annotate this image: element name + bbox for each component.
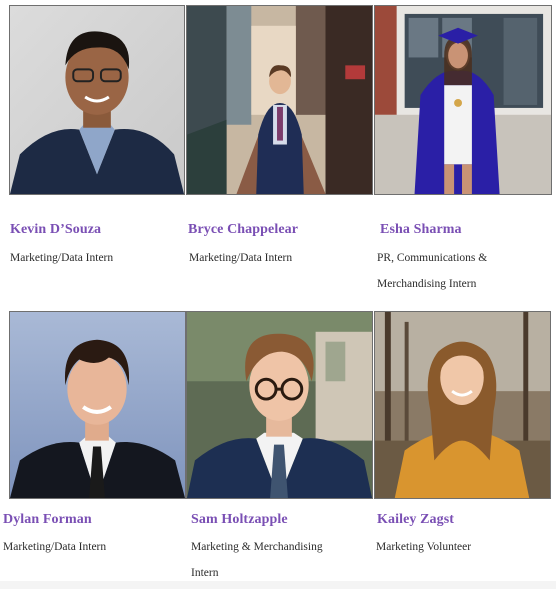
member-name-esha: Esha Sharma (380, 222, 462, 237)
bottom-bar (0, 581, 556, 589)
member-role-bryce: Marketing/Data Intern (189, 245, 292, 271)
photo-dylan (9, 311, 186, 499)
member-role-line: Merchandising Intern (377, 278, 477, 290)
member-name-sam: Sam Holtzapple (191, 512, 288, 527)
portrait-esha-image (375, 6, 551, 194)
member-role-line: Marketing & Merchandising (191, 541, 323, 553)
member-role-line: Marketing/Data Intern (10, 252, 114, 264)
member-role-line: Marketing/Data Intern (189, 252, 293, 264)
member-name-kevin: Kevin D’Souza (10, 222, 102, 237)
team-page: Kevin D’Souza Marketing/Data Intern Bryc… (0, 0, 556, 589)
photo-kevin (9, 5, 185, 195)
member-role-kailey: Marketing Volunteer (376, 534, 471, 560)
portrait-kailey-image (375, 312, 550, 498)
member-role-sam: Marketing & Merchandising Intern (191, 534, 323, 586)
photo-bryce (186, 5, 373, 195)
member-role-line: Marketing Volunteer (376, 541, 472, 553)
member-role-kevin: Marketing/Data Intern (10, 245, 113, 271)
member-role-esha: PR, Communications & Merchandising Inter… (377, 245, 487, 297)
member-name-bryce: Bryce Chappelear (188, 222, 299, 237)
portrait-sam-image (187, 312, 372, 498)
portrait-dylan-image (10, 312, 185, 498)
member-role-line: PR, Communications & (377, 252, 488, 264)
photo-kailey (374, 311, 551, 499)
photo-esha (374, 5, 552, 195)
portrait-kevin-image (10, 6, 184, 194)
member-role-line: Marketing/Data Intern (3, 541, 107, 553)
member-name-kailey: Kailey Zagst (377, 512, 455, 527)
member-role-dylan: Marketing/Data Intern (3, 534, 106, 560)
photo-sam (186, 311, 373, 499)
portrait-bryce-image (187, 6, 372, 194)
member-name-dylan: Dylan Forman (3, 512, 92, 527)
